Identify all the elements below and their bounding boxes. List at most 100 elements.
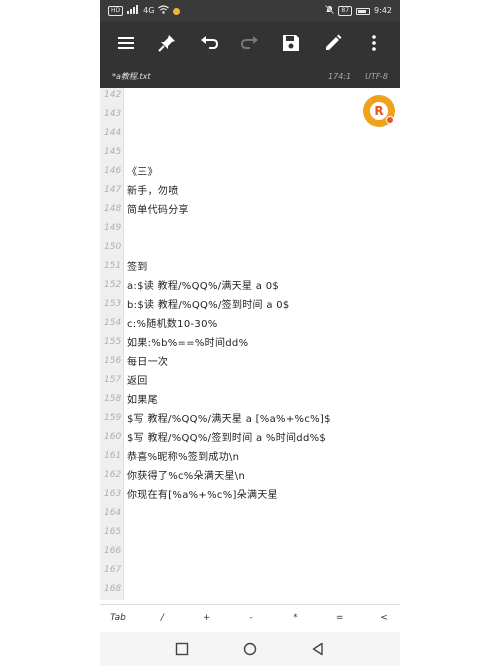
line-number: 158 [104, 393, 122, 404]
pin-icon[interactable] [153, 29, 181, 57]
line-text: 《三》 [127, 167, 158, 178]
text-editor[interactable]: 142 143 144 145 146 《三》 147 新手，勿喷 148 简单代码分享 149 15… [100, 88, 400, 600]
line-text: 恭喜%昵称%签到成功\n [127, 452, 240, 463]
floating-action-button[interactable]: R [363, 95, 395, 127]
line-number: 156 [104, 355, 122, 366]
line-text: 每日一次 [127, 357, 169, 368]
edit-icon[interactable] [319, 29, 347, 57]
symbol-key[interactable]: - [243, 613, 259, 623]
editor-line[interactable]: 152 a:$读 教程/%QQ%/满天星 a 0$ [100, 275, 400, 294]
line-number: 160 [104, 431, 122, 442]
editor-line[interactable]: 149 [100, 218, 400, 237]
network-label: 4G [143, 6, 155, 15]
symbol-key[interactable]: = [332, 613, 348, 623]
line-number: 161 [104, 450, 122, 461]
line-text: 如果尾 [127, 395, 158, 406]
editor-line[interactable]: 163 你现在有[%a%+%c%]朵满天星 [100, 484, 400, 503]
back-icon[interactable] [310, 641, 326, 657]
file-name-tab[interactable]: *a教程.txt [112, 71, 150, 82]
symbol-key[interactable]: / [154, 613, 170, 623]
symbol-key[interactable]: + [199, 613, 215, 623]
symbol-key[interactable]: * [287, 613, 303, 623]
battery-level: 87 [338, 6, 353, 16]
fab-badge-dot [386, 116, 394, 124]
editor-line[interactable]: 167 [100, 560, 400, 579]
line-text: 你获得了%c%朵满天星\n [127, 471, 246, 482]
editor-line[interactable]: 145 [100, 142, 400, 161]
editor-line[interactable]: 153 b:$读 教程/%QQ%/签到时间 a 0$ [100, 294, 400, 313]
hd-icon: HD [108, 6, 124, 16]
line-number: 145 [104, 146, 122, 157]
signal-icon [127, 5, 139, 17]
cursor-position: 174:1 [328, 71, 352, 81]
editor-line[interactable]: 148 简单代码分享 [100, 199, 400, 218]
editor-line[interactable]: 142 [100, 85, 400, 104]
home-icon[interactable] [242, 641, 258, 657]
editor-line[interactable]: 168 [100, 579, 400, 598]
editor-line[interactable]: 143 [100, 104, 400, 123]
line-text: 简单代码分享 [127, 205, 189, 216]
line-text: a:$读 教程/%QQ%/满天星 a 0$ [127, 281, 280, 292]
line-text: 新手，勿喷 [127, 186, 179, 197]
editor-line[interactable]: 166 [100, 541, 400, 560]
symbol-key[interactable]: < [376, 613, 392, 623]
line-number: 149 [104, 222, 122, 233]
editor-line[interactable]: 161 恭喜%昵称%签到成功\n [100, 446, 400, 465]
r-logo-icon: R [370, 102, 388, 120]
line-text: 签到 [127, 262, 148, 273]
editor-line[interactable]: 147 新手，勿喷 [100, 180, 400, 199]
file-encoding[interactable]: UTF-8 [365, 72, 388, 81]
line-text: b:$读 教程/%QQ%/签到时间 a 0$ [127, 300, 290, 311]
mute-icon [325, 4, 335, 17]
line-number: 152 [104, 279, 122, 290]
line-number: 144 [104, 127, 122, 138]
battery-icon [356, 7, 371, 15]
phone-screen: HD 4G 87 9:42 *a教程.txt 174:1 UTF-8 142 1… [100, 0, 400, 666]
line-number: 150 [104, 241, 122, 252]
notification-icon [173, 7, 181, 15]
line-text: 返回 [127, 376, 148, 387]
editor-line[interactable]: 162 你获得了%c%朵满天星\n [100, 465, 400, 484]
editor-line[interactable]: 160 $写 教程/%QQ%/签到时间 a %时间dd%$ [100, 427, 400, 446]
editor-line[interactable]: 154 c:%随机数10-30% [100, 313, 400, 332]
redo-icon[interactable] [236, 29, 264, 57]
clock: 9:42 [374, 6, 392, 15]
line-number: 155 [104, 336, 122, 347]
editor-line[interactable]: 151 签到 [100, 256, 400, 275]
line-text: $写 教程/%QQ%/满天星 a [%a%+%c%]$ [127, 414, 331, 425]
line-number: 166 [104, 545, 122, 556]
line-text: $写 教程/%QQ%/签到时间 a %时间dd%$ [127, 433, 327, 444]
editor-line[interactable]: 146 《三》 [100, 161, 400, 180]
symbol-input-bar: Tab / + - * = < [100, 604, 400, 630]
editor-line[interactable]: 159 $写 教程/%QQ%/满天星 a [%a%+%c%]$ [100, 408, 400, 427]
undo-icon[interactable] [195, 29, 223, 57]
editor-line[interactable]: 150 [100, 237, 400, 256]
line-number: 148 [104, 203, 122, 214]
editor-line[interactable]: 157 返回 [100, 370, 400, 389]
wifi-icon [158, 5, 170, 17]
editor-line[interactable]: 156 每日一次 [100, 351, 400, 370]
line-number: 157 [104, 374, 122, 385]
menu-icon[interactable] [112, 29, 140, 57]
line-number: 143 [104, 108, 122, 119]
save-icon[interactable] [277, 29, 305, 57]
recent-apps-icon[interactable] [174, 641, 190, 657]
editor-line[interactable]: 158 如果尾 [100, 389, 400, 408]
editor-line[interactable]: 165 [100, 522, 400, 541]
line-text: c:%随机数10-30% [127, 319, 218, 330]
symbol-key[interactable]: Tab [110, 613, 126, 623]
line-number: 153 [104, 298, 122, 309]
line-number: 163 [104, 488, 122, 499]
line-number: 151 [104, 260, 122, 271]
editor-line[interactable]: 155 如果:%b%==%时间dd% [100, 332, 400, 351]
editor-line[interactable]: 164 [100, 503, 400, 522]
line-number: 147 [104, 184, 122, 195]
editor-line[interactable]: 144 [100, 123, 400, 142]
line-number: 165 [104, 526, 122, 537]
editor-toolbar [100, 22, 400, 64]
line-text: 你现在有[%a%+%c%]朵满天星 [127, 490, 278, 501]
more-icon[interactable] [360, 29, 388, 57]
line-number: 162 [104, 469, 122, 480]
status-bar: HD 4G 87 9:42 [100, 0, 400, 22]
line-number: 159 [104, 412, 122, 423]
